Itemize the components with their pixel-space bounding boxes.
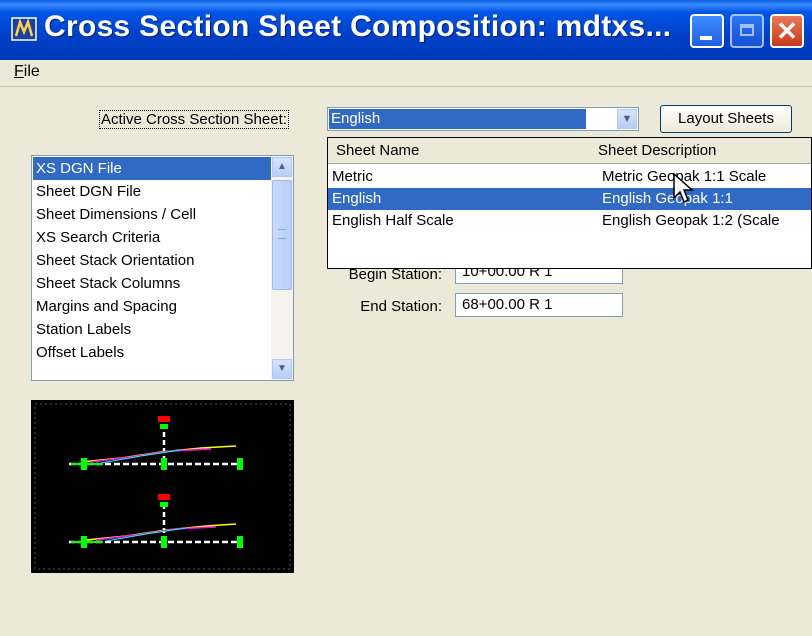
list-item[interactable]: Sheet Stack Orientation [33, 249, 271, 272]
list-item[interactable]: Sheet DGN File [33, 180, 271, 203]
maximize-button[interactable] [730, 14, 764, 48]
end-station-field[interactable]: 68+00.00 R 1 [455, 293, 623, 317]
list-item[interactable]: Station Labels [33, 318, 271, 341]
header-sheet-description[interactable]: Sheet Description [598, 142, 716, 159]
scroll-thumb[interactable] [272, 180, 292, 290]
close-button[interactable]: ✕ [770, 14, 804, 48]
list-item[interactable]: Sheet Stack Columns [33, 272, 271, 295]
title-bar[interactable]: Cross Section Sheet Composition: mdtxs..… [0, 0, 812, 60]
listbox-scrollbar[interactable]: ▲ ▼ [271, 156, 293, 380]
minimize-icon [700, 36, 712, 40]
list-item[interactable]: Offset Labels [33, 341, 271, 364]
cross-section-preview-graphic [34, 403, 291, 570]
dropdown-header: Sheet Name Sheet Description [328, 138, 811, 164]
active-sheet-value: English [329, 109, 586, 129]
close-icon: ✕ [776, 16, 798, 46]
dialog-window: Cross Section Sheet Composition: mdtxs..… [0, 0, 812, 636]
chevron-down-icon[interactable]: ▼ [617, 109, 637, 129]
list-item[interactable]: XS Search Criteria [33, 226, 271, 249]
mouse-cursor-icon [673, 172, 694, 204]
sheet-preview [31, 400, 294, 573]
window-title: Cross Section Sheet Composition: mdtxs..… [44, 10, 672, 43]
options-listbox[interactable]: XS DGN File Sheet DGN File Sheet Dimensi… [31, 155, 294, 381]
menu-file[interactable]: File [14, 63, 40, 81]
active-sheet-label: Active Cross Section Sheet: [99, 110, 289, 129]
row-name: English Half Scale [332, 212, 454, 229]
active-sheet-combo[interactable]: English ▼ [327, 107, 639, 131]
scroll-up-button[interactable]: ▲ [272, 157, 292, 177]
row-name: English [332, 190, 382, 207]
microstation-icon [10, 14, 38, 44]
menu-bar: File [0, 60, 812, 87]
row-description: English Geopak 1:1 [602, 190, 733, 207]
minimize-button[interactable] [690, 14, 724, 48]
row-description: English Geopak 1:2 (Scale [602, 212, 780, 229]
dropdown-row-english[interactable]: English English Geopak 1:1 [328, 188, 811, 210]
header-sheet-name[interactable]: Sheet Name [336, 142, 419, 159]
dropdown-row-metric[interactable]: Metric Metric Geopak 1:1 Scale [328, 166, 811, 188]
end-station-label: End Station: [360, 298, 442, 315]
scroll-down-button[interactable]: ▼ [272, 359, 292, 379]
layout-sheets-button[interactable]: Layout Sheets [660, 105, 792, 133]
maximize-icon [740, 24, 754, 36]
list-item[interactable]: Margins and Spacing [33, 295, 271, 318]
sheet-dropdown-list[interactable]: Sheet Name Sheet Description Metric Metr… [327, 137, 812, 269]
row-name: Metric [332, 168, 373, 185]
grip-icon [278, 229, 286, 239]
list-item[interactable]: Sheet Dimensions / Cell [33, 203, 271, 226]
list-item[interactable]: XS DGN File [33, 157, 271, 180]
dropdown-row-english-half-scale[interactable]: English Half Scale English Geopak 1:2 (S… [328, 210, 811, 232]
